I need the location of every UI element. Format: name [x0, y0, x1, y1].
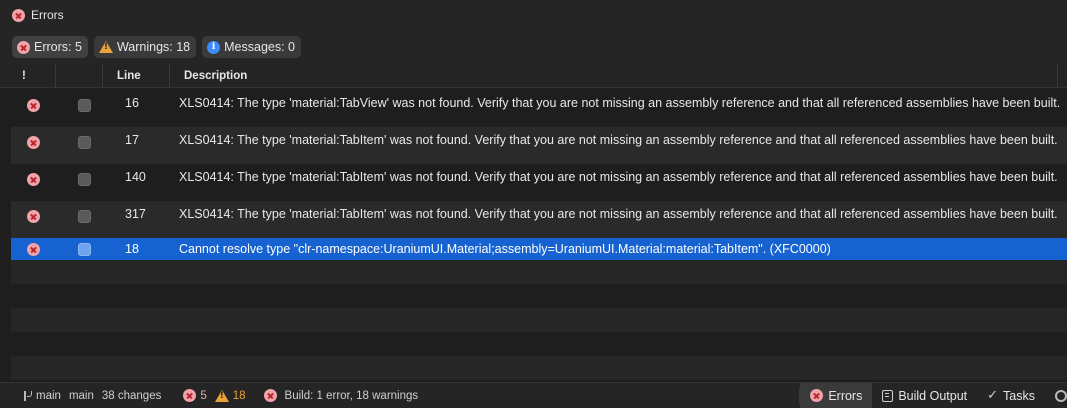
- warning-counter[interactable]: 18: [214, 389, 246, 402]
- error-description: XLS0414: The type 'material:TabItem' was…: [179, 170, 1058, 184]
- repo-name[interactable]: main: [69, 390, 94, 402]
- branch-indicator[interactable]: main: [22, 390, 61, 402]
- error-icon: [810, 389, 824, 402]
- tab-tasks-label: Tasks: [1003, 388, 1035, 403]
- info-icon: i: [207, 40, 221, 54]
- error-icon: [183, 389, 197, 402]
- error-icon: [263, 389, 277, 402]
- tab-build-output[interactable]: Build Output: [872, 383, 977, 408]
- tab-errors-label: Errors: [828, 388, 863, 403]
- build-status-text: Build: 1 error, 18 warnings: [284, 389, 419, 402]
- column-header-severity[interactable]: !: [0, 64, 56, 87]
- checkmark-icon: ✓: [987, 388, 999, 403]
- table-row-selected[interactable]: 18 Cannot resolve type "clr-namespace:Ur…: [11, 238, 1067, 260]
- warning-icon: [214, 389, 229, 402]
- table-row[interactable]: 17 XLS0414: The type 'material:TabItem' …: [11, 127, 1067, 164]
- tab-tasks[interactable]: ✓ Tasks: [977, 383, 1045, 408]
- empty-row: [11, 260, 1067, 284]
- messages-filter-label: Messages: 0: [224, 40, 295, 54]
- panel-titlebar: Errors: [0, 0, 1067, 30]
- errors-filter-label: Errors: 5: [34, 40, 82, 54]
- build-output-icon: [882, 389, 894, 402]
- line-number: 317: [125, 207, 146, 221]
- warnings-filter-label: Warnings: 18: [116, 40, 191, 54]
- row-checkbox[interactable]: [77, 99, 91, 112]
- error-icon: [27, 99, 40, 112]
- git-branch-icon: [22, 390, 32, 402]
- messages-filter-button[interactable]: i Messages: 0: [202, 36, 301, 58]
- empty-row: [11, 284, 1067, 308]
- line-number: 140: [125, 170, 146, 184]
- empty-row: [11, 356, 1067, 380]
- error-counter[interactable]: 5: [183, 389, 207, 402]
- column-header-checkbox[interactable]: [56, 64, 103, 87]
- line-number: 18: [125, 242, 139, 256]
- row-checkbox[interactable]: [77, 136, 91, 149]
- filter-bar: Errors: 5 Warnings: 18 i Messages: 0: [0, 30, 1067, 64]
- error-icon: [17, 40, 30, 54]
- error-description: XLS0414: The type 'material:TabItem' was…: [179, 133, 1058, 147]
- error-icon: [27, 242, 40, 256]
- changes-count[interactable]: 38 changes: [102, 390, 161, 402]
- column-header-line[interactable]: Line: [103, 64, 170, 87]
- line-number: 17: [125, 133, 139, 147]
- error-description: XLS0414: The type 'material:TabItem' was…: [179, 207, 1058, 221]
- error-icon: [12, 8, 25, 22]
- target-icon: [1055, 389, 1067, 402]
- row-checkbox[interactable]: [77, 173, 91, 186]
- warning-count: 18: [232, 389, 246, 402]
- column-header-description[interactable]: Description: [170, 64, 1058, 87]
- line-number: 16: [125, 96, 139, 110]
- error-list: 16 XLS0414: The type 'material:TabView' …: [11, 90, 1067, 380]
- panel-title: Errors: [31, 8, 64, 22]
- status-bar: main main 38 changes 5 18 Build: 1 error…: [0, 382, 1067, 408]
- tab-build-output-label: Build Output: [898, 388, 968, 403]
- errors-filter-button[interactable]: Errors: 5: [12, 36, 88, 58]
- error-icon: [27, 136, 40, 149]
- error-description: XLS0414: The type 'material:TabView' was…: [179, 96, 1061, 110]
- table-header: ! Line Description: [0, 64, 1067, 88]
- row-checkbox[interactable]: [77, 242, 91, 256]
- error-icon: [27, 173, 40, 186]
- error-icon: [27, 210, 40, 223]
- warnings-filter-button[interactable]: Warnings: 18: [93, 36, 197, 58]
- branch-name: main: [36, 389, 61, 402]
- tab-errors[interactable]: Errors: [800, 382, 873, 408]
- warning-icon: [98, 41, 113, 53]
- table-row[interactable]: 16 XLS0414: The type 'material:TabView' …: [11, 90, 1067, 127]
- empty-row: [11, 332, 1067, 356]
- table-row[interactable]: 140 XLS0414: The type 'material:TabItem'…: [11, 164, 1067, 201]
- table-row[interactable]: 317 XLS0414: The type 'material:TabItem'…: [11, 201, 1067, 238]
- tab-more[interactable]: [1045, 383, 1067, 408]
- row-checkbox[interactable]: [77, 210, 91, 223]
- build-status[interactable]: Build: 1 error, 18 warnings: [263, 389, 419, 402]
- error-description: Cannot resolve type "clr-namespace:Urani…: [179, 241, 831, 256]
- error-count: 5: [200, 389, 207, 402]
- empty-row: [11, 308, 1067, 332]
